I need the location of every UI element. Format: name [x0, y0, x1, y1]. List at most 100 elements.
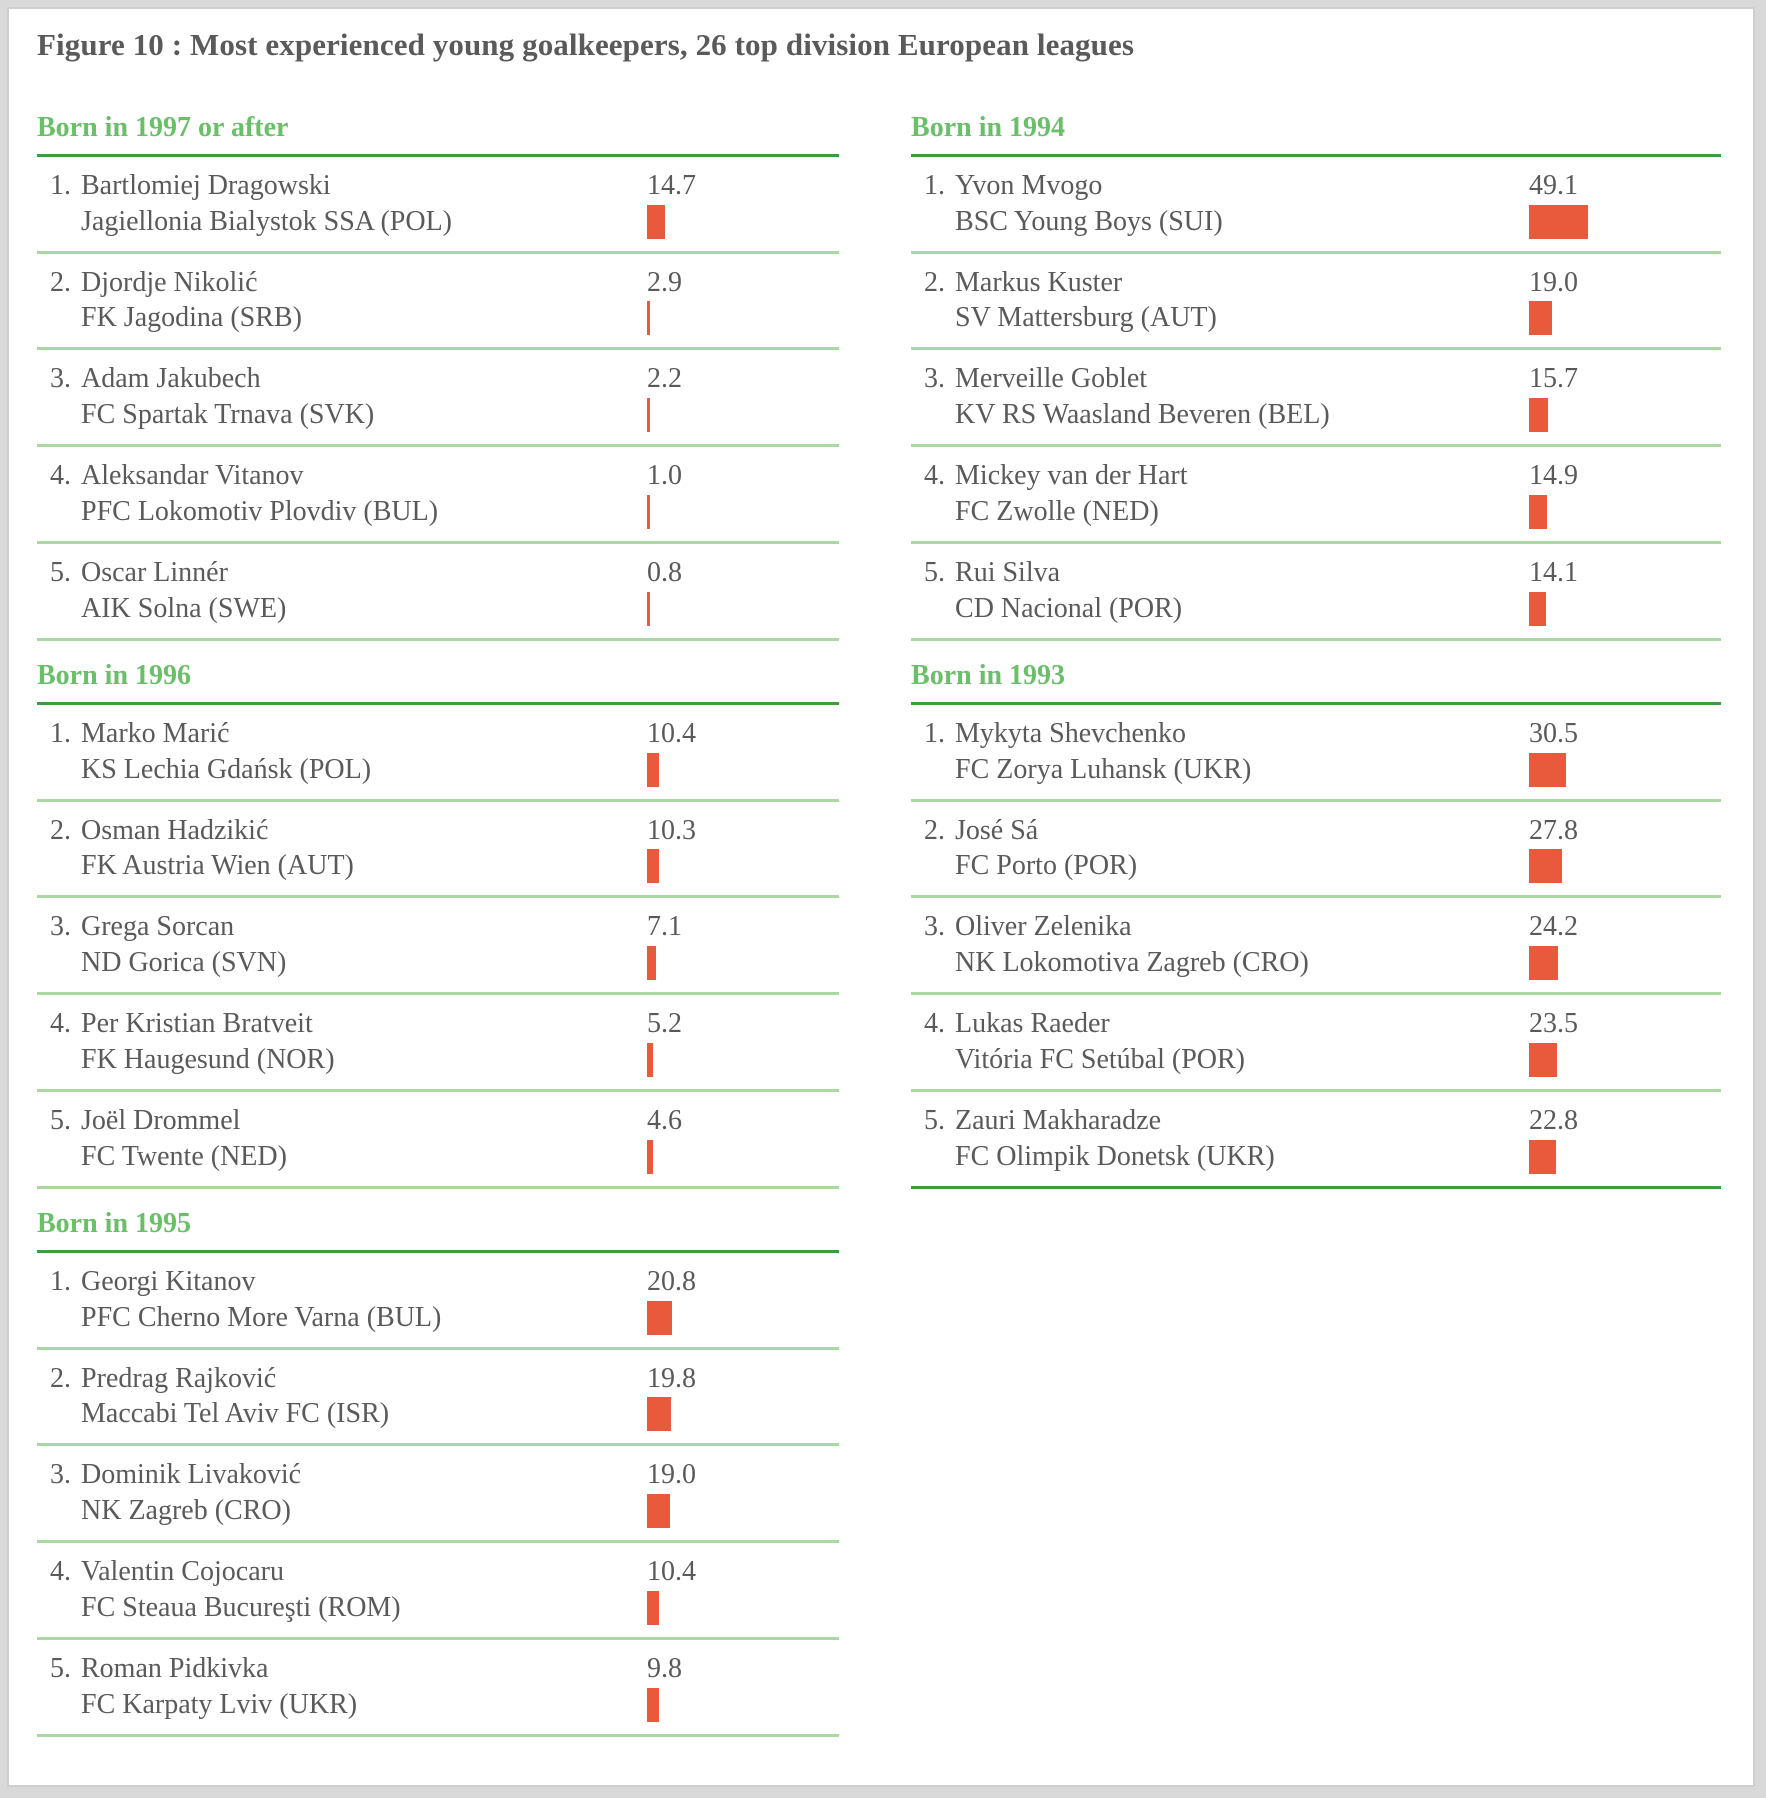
section-header: Born in 1993	[911, 659, 1066, 691]
row-rank: 1.	[50, 1265, 71, 1297]
club-name: Jagiellonia Bialystok SSA (POL)	[81, 205, 452, 237]
row-divider	[911, 1185, 1721, 1189]
player-name: Djordje Nikolić	[81, 266, 258, 298]
bar-track	[1529, 1139, 1721, 1176]
row-rank: 4.	[924, 460, 946, 492]
row-rank: 3.	[50, 1459, 71, 1491]
bar-track	[647, 495, 839, 531]
table-row: 4. Valentin Cojocaru FC Steaua Bucureşti (…	[37, 1543, 839, 1637]
value-bar	[647, 301, 651, 336]
row-names: Grega Sorcan ND Gorica (SVN)	[81, 909, 639, 981]
row-metric: 0.8	[639, 555, 839, 628]
bar-track	[647, 1397, 839, 1433]
metric-value: 9.8	[647, 1652, 683, 1684]
value-bar	[647, 1139, 654, 1174]
metric-value: 5.2	[647, 1008, 683, 1040]
club-name: AIK Solna (SWE)	[81, 592, 287, 624]
bar-track	[1529, 1043, 1721, 1079]
player-name: Marko Marić	[81, 717, 230, 749]
player-name: Dominik Livaković	[81, 1459, 302, 1491]
section-born-in-1997-or-after: Born in 1997 or after 1. Bartlomiej Dragow…	[37, 93, 840, 641]
metric-value: 19.0	[1529, 266, 1578, 298]
row-names: Lukas Raeder Vitória FC Setúbal (POR)	[955, 1006, 1521, 1078]
row-names: Yvon Mvogo BSC Young Boys (SUI)	[955, 168, 1521, 240]
metric-value: 1.0	[647, 460, 683, 492]
player-name: Merveille Goblet	[955, 363, 1148, 395]
player-name: Bartlomiej Dragowski	[81, 169, 331, 201]
player-name: Markus Kuster	[955, 266, 1123, 298]
value-bar	[647, 204, 666, 239]
row-rank: 5.	[50, 557, 71, 589]
club-name: FC Karpaty Lviv (UKR)	[81, 1688, 358, 1720]
bar-track	[1529, 752, 1721, 789]
bar-track	[1529, 591, 1721, 628]
row-rank: 2.	[924, 814, 946, 846]
left-column: Born in 1997 or after 1. Bartlomiej Dragow…	[9, 93, 881, 1737]
row-rank: 2.	[50, 814, 71, 846]
row-rank: 5.	[50, 1652, 71, 1684]
value-bar	[1529, 752, 1566, 787]
row-names: Adam Jakubech FC Spartak Trnava (SVK)	[81, 361, 639, 433]
bar-track	[647, 204, 839, 241]
table-row: 4. Aleksandar Vitanov PFC Lokomotiv Plovdi…	[37, 447, 839, 541]
bar-track	[1529, 495, 1721, 531]
right-column: Born in 1994 1. Yvon Mvogo BSC Young Boys (…	[881, 93, 1753, 1737]
club-name: NK Lokomotiva Zagreb (CRO)	[955, 947, 1309, 979]
row-names: Zauri Makharadze FC Olimpik Donetsk (UKR)	[955, 1103, 1521, 1175]
metric-value: 19.8	[647, 1362, 697, 1394]
table-row: 4. Per Kristian Bratveit FK Haugesund (NOR…	[37, 995, 839, 1089]
row-names: Osman Hadzikić FK Austria Wien (AUT)	[81, 813, 639, 885]
table-row: 3. Dominik Livaković NK Zagreb (CRO) 19.0	[37, 1446, 839, 1540]
table-row: 3. Oliver Zelenika NK Lokomotiva Zagreb (C…	[911, 898, 1721, 992]
bar-track	[647, 849, 839, 885]
bar-track	[647, 1687, 839, 1724]
value-bar	[1529, 849, 1562, 884]
value-bar	[1529, 946, 1558, 981]
row-names: Marko Marić KS Lechia Gdańsk (POL)	[81, 716, 639, 788]
value-bar	[1529, 1043, 1557, 1078]
value-bar	[1529, 591, 1546, 626]
row-metric: 24.2	[1521, 909, 1721, 982]
table-row: 1. Yvon Mvogo BSC Young Boys (SUI) 49.1	[911, 157, 1721, 251]
club-name: NK Zagreb (CRO)	[81, 1495, 291, 1527]
club-name: FK Haugesund (NOR)	[81, 1044, 335, 1076]
row-rank: 5.	[924, 557, 946, 589]
row-rank: 4.	[924, 1008, 946, 1040]
metric-value: 10.4	[647, 1556, 697, 1588]
bar-track	[1529, 204, 1721, 241]
player-name: Oscar Linnér	[81, 557, 228, 589]
table-row: 3. Adam Jakubech FC Spartak Trnava (SVK) 2.…	[37, 350, 839, 444]
player-name: Predrag Rajković	[81, 1362, 277, 1394]
club-name: FC Zorya Luhansk (UKR)	[955, 753, 1252, 785]
player-name: Mickey van der Hart	[955, 460, 1188, 492]
bar-track	[647, 301, 839, 337]
value-bar	[647, 1590, 660, 1625]
row-rank: 1.	[50, 717, 71, 749]
row-names: Aleksandar Vitanov PFC Lokomotiv Plovdiv …	[81, 458, 639, 530]
row-metric: 7.1	[639, 909, 839, 982]
table-row: 5. Roman Pidkivka FC Karpaty Lviv (UKR) 9.8	[37, 1640, 839, 1734]
row-names: Oliver Zelenika NK Lokomotiva Zagreb (CRO…	[955, 909, 1521, 981]
metric-value: 14.1	[1529, 557, 1578, 589]
value-bar	[1529, 301, 1552, 336]
player-name: Zauri Makharadze	[955, 1105, 1162, 1137]
club-name: FK Jagodina (SRB)	[81, 302, 302, 334]
bar-track	[647, 946, 839, 982]
bar-track	[1529, 849, 1721, 885]
club-name: FC Twente (NED)	[81, 1140, 287, 1172]
club-name: FC Zwolle (NED)	[955, 496, 1159, 528]
row-metric: 14.1	[1521, 555, 1721, 628]
row-names: Joël Drommel FC Twente (NED)	[81, 1103, 639, 1175]
row-rank: 2.	[924, 266, 946, 298]
row-metric: 30.5	[1521, 716, 1721, 789]
club-name: FC Spartak Trnava (SVK)	[81, 399, 375, 431]
row-rank: 2.	[50, 1362, 71, 1394]
bar-track	[647, 1494, 839, 1530]
metric-value: 4.6	[647, 1105, 683, 1137]
table-row: 5. Joël Drommel FC Twente (NED) 4.6	[37, 1092, 839, 1186]
row-names: Markus Kuster SV Mattersburg (AUT)	[955, 265, 1521, 337]
row-metric: 15.7	[1521, 361, 1721, 434]
row-rank: 4.	[50, 460, 71, 492]
table-row: 2. Djordje Nikolić FK Jagodina (SRB) 2.9	[37, 254, 839, 348]
player-name: Georgi Kitanov	[81, 1265, 256, 1297]
